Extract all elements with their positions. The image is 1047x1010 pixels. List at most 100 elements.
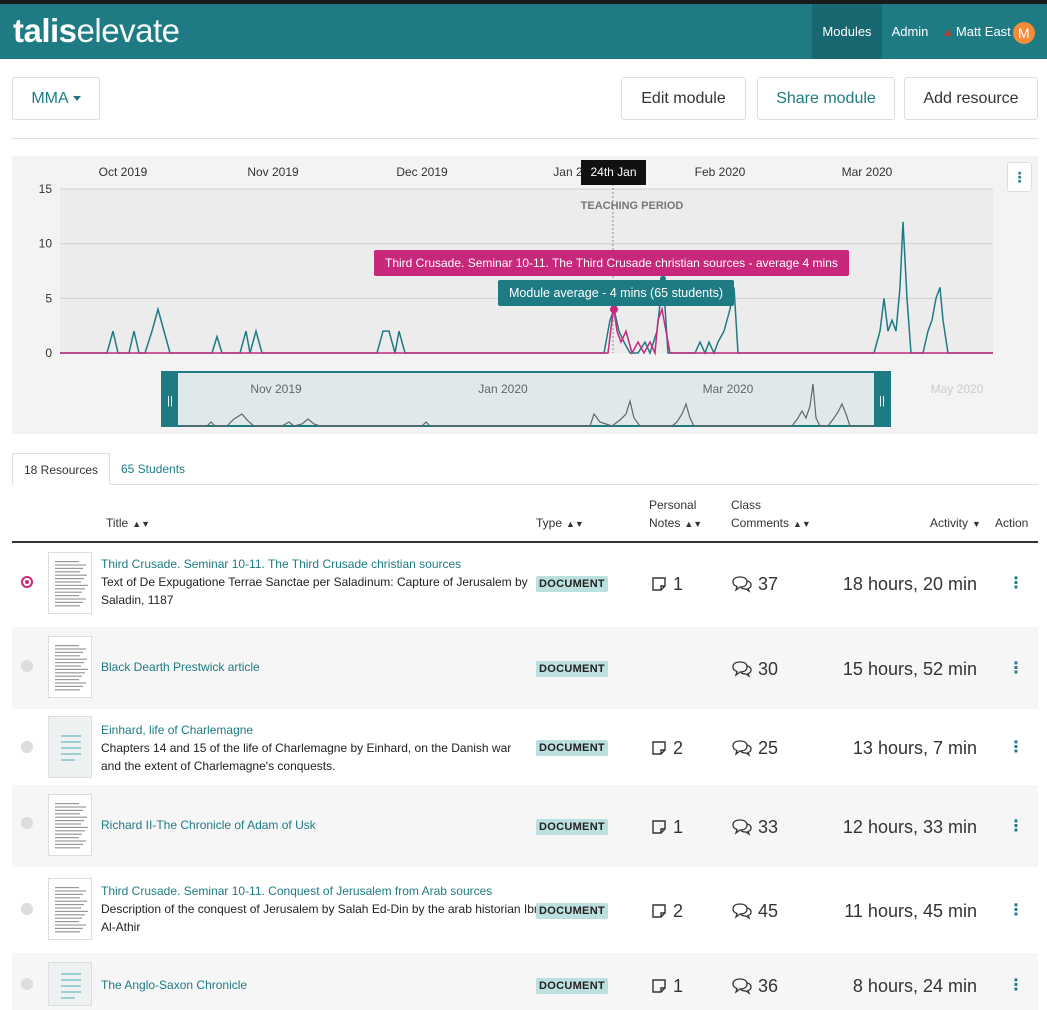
note-icon [652,904,666,918]
y-tick-label: 10 [39,237,53,251]
comments-icon [732,576,752,593]
navigator-tick-label: May 2020 [931,382,984,396]
activity-time: 12 hours, 33 min [842,817,977,837]
comments-icon [732,903,752,920]
personal-notes-count: 1 [650,817,683,837]
user-name: Matt East [955,24,1011,39]
class-comments-count: 36 [731,976,778,996]
resource-title[interactable]: Richard II-The Chronicle of Adam of Usk [101,816,541,834]
note-icon [652,979,666,993]
table-row[interactable]: The Anglo-Saxon Chronicle DOCUMENT 1 36 … [12,953,1038,1010]
unselected-indicator[interactable] [21,817,33,829]
row-action-menu-icon[interactable]: ⋮ [1008,574,1024,594]
nav-modules[interactable]: Modules [812,4,882,59]
resource-description: Description of the conquest of Jerusalem… [101,902,541,934]
header-activity[interactable]: Activity ▼ [930,514,981,533]
resource-point [610,305,618,314]
module-select-dropdown[interactable]: MMA [12,77,100,120]
class-comments-count: 37 [731,574,778,594]
unselected-indicator[interactable] [21,903,33,915]
activity-time: 13 hours, 7 min [852,738,977,758]
personal-notes-count: 1 [650,976,683,996]
activity-time: 8 hours, 24 min [852,976,977,996]
unselected-indicator[interactable] [21,978,33,990]
class-comments-count: 45 [731,901,778,921]
class-comments-count: 33 [731,817,778,837]
comments-icon [732,978,752,995]
document-icon-thumbnail [48,716,92,778]
resource-title[interactable]: The Anglo-Saxon Chronicle [101,976,541,994]
navigator-window [161,371,891,427]
x-tick-label: Mar 2020 [842,165,893,179]
resource-tooltip: Third Crusade. Seminar 10-11. The Third … [374,250,849,276]
row-action-menu-icon[interactable]: ⋮ [1008,659,1024,679]
x-tick-label: Oct 2019 [99,165,148,179]
x-tick-label: Nov 2019 [247,165,299,179]
header-notes[interactable]: Personal Notes ▲▼ [649,496,702,533]
tab-students[interactable]: 65 Students [110,453,196,485]
y-tick-label: 15 [39,182,53,196]
document-icon-thumbnail [48,962,92,1006]
activity-time: 18 hours, 20 min [842,574,977,594]
row-action-menu-icon[interactable]: ⋮ [1008,817,1024,837]
note-icon [652,741,666,755]
x-tick-label: Feb 2020 [695,165,746,179]
navigator-tick-label: Nov 2019 [250,382,302,396]
personal-notes-count: 2 [650,901,683,921]
row-action-menu-icon[interactable]: ⋮ [1008,738,1024,758]
personal-notes-count: 1 [650,574,683,594]
drag-handle-icon: || [879,395,885,407]
header-action: Action [995,516,1029,530]
tab-resources[interactable]: 18 Resources [12,453,111,485]
nav-admin[interactable]: Admin [882,4,938,59]
resource-title[interactable]: Third Crusade. Seminar 10-11. Conquest o… [101,882,541,900]
sort-icon: ▲▼ [684,519,703,529]
activity-time: 15 hours, 52 min [842,659,977,679]
row-action-menu-icon[interactable]: ⋮ [1008,976,1024,996]
note-icon [652,577,666,591]
resource-title[interactable]: Einhard, life of Charlemagne [101,721,541,739]
chevron-down-icon [72,96,81,102]
add-resource-button[interactable]: Add resource [904,77,1038,120]
chart-menu-button[interactable]: ⋮ [1007,162,1032,192]
table-row[interactable]: Third Crusade. Seminar 10-11. The Third … [12,543,1038,625]
tabs: 18 Resources 65 Students [12,453,1038,485]
resource-title[interactable]: Third Crusade. Seminar 10-11. The Third … [101,555,541,573]
chart-date-tooltip: 24th Jan [581,160,646,185]
unselected-indicator[interactable] [21,660,33,672]
comments-icon [732,661,752,678]
selected-indicator[interactable] [21,576,33,588]
row-action-menu-icon[interactable]: ⋮ [1008,901,1024,921]
top-navbar: taliselevate Modules Admin ▲ Matt East M [0,0,1047,59]
table-row[interactable]: Black Dearth Prestwick article DOCUMENT … [12,627,1038,709]
nav-user-menu[interactable]: ▲ Matt East M [942,4,1047,59]
resource-title[interactable]: Black Dearth Prestwick article [101,658,541,676]
activity-time: 11 hours, 45 min [844,901,977,921]
edit-module-button[interactable]: Edit module [621,77,746,120]
sort-icon: ▲▼ [132,519,151,529]
type-badge: DOCUMENT [536,740,608,756]
comments-icon [732,740,752,757]
module-average-tooltip: Module average - 4 mins (65 students) [498,280,734,306]
share-module-button[interactable]: Share module [757,77,895,120]
warning-icon: ▲ [942,25,954,39]
divider [12,138,1038,139]
header-type[interactable]: Type ▲▼ [536,514,584,533]
header-comments[interactable]: Class Comments ▲▼ [731,496,811,533]
document-thumbnail [48,636,92,698]
drag-handle-icon: || [167,395,173,407]
table-row[interactable]: Richard II-The Chronicle of Adam of Usk … [12,785,1038,867]
table-row[interactable]: Einhard, life of Charlemagne Chapters 14… [12,711,1038,783]
talis-elevate-logo[interactable]: taliselevate [13,12,180,50]
document-thumbnail [48,878,92,940]
y-tick-label: 5 [45,291,52,305]
header-title[interactable]: Title ▲▼ [106,514,150,533]
module-select-label: MMA [31,90,69,107]
avatar: M [1012,21,1035,44]
unselected-indicator[interactable] [21,741,33,753]
document-thumbnail [48,794,92,856]
table-row[interactable]: Third Crusade. Seminar 10-11. Conquest o… [12,869,1038,949]
personal-notes-count: 2 [650,738,683,758]
y-tick-label: 0 [45,346,52,360]
navigator-tick-label: Mar 2020 [703,382,754,396]
